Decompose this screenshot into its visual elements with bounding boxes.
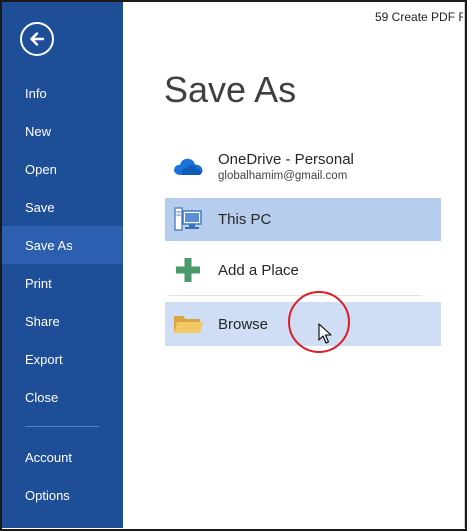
sidebar-item-print[interactable]: Print: [2, 264, 123, 302]
mouse-pointer-icon: [318, 323, 332, 350]
place-account-email: globalhamim@gmail.com: [218, 169, 348, 182]
sidebar-item-save-as[interactable]: Save As: [2, 226, 123, 264]
sidebar-item-label: Info: [25, 85, 47, 101]
backstage-sidebar: Info New Open Save Save As Print Share E…: [2, 2, 123, 528]
sidebar-item-save[interactable]: Save: [2, 188, 123, 226]
sidebar-item-label: Options: [25, 487, 70, 503]
sidebar-item-label: Print: [25, 275, 52, 291]
onedrive-cloud-icon: [172, 150, 204, 182]
back-arrow-circle-icon: [30, 32, 45, 46]
sidebar-item-info[interactable]: Info: [2, 74, 123, 112]
plus-icon: [172, 254, 204, 286]
sidebar-item-export[interactable]: Export: [2, 340, 123, 378]
sidebar-item-label: Export: [25, 351, 63, 367]
place-name: This PC: [218, 211, 272, 228]
sidebar-item-account[interactable]: Account: [2, 438, 123, 476]
window-title: 59 Create PDF Fil: [375, 10, 463, 24]
sidebar-item-label: Close: [25, 389, 59, 405]
sidebar-item-label: Save As: [25, 237, 73, 253]
page-title: Save As: [164, 69, 297, 110]
back-button[interactable]: [20, 22, 54, 56]
place-name: Add a Place: [218, 261, 299, 279]
place-add-a-place[interactable]: Add a Place: [165, 248, 441, 292]
sidebar-item-new[interactable]: New: [2, 112, 123, 150]
places-separator: [169, 295, 422, 296]
sidebar-item-label: Share: [25, 313, 60, 329]
sidebar-item-close[interactable]: Close: [2, 378, 123, 416]
sidebar-item-label: Save: [25, 199, 55, 215]
place-this-pc[interactable]: This PC: [165, 198, 441, 241]
sidebar-item-label: Open: [25, 161, 57, 177]
sidebar-item-label: New: [25, 123, 52, 139]
place-onedrive[interactable]: OneDrive - Personal globalhamim@gmail.co…: [165, 144, 441, 188]
place-name: Browse: [218, 315, 269, 333]
window-edge: [464, 2, 465, 528]
folder-icon: [172, 308, 204, 340]
place-name: OneDrive - Personal: [218, 150, 354, 168]
sidebar-item-label: Account: [25, 449, 72, 465]
sidebar-divider: [25, 426, 99, 427]
computer-icon: [172, 204, 204, 236]
sidebar-item-options[interactable]: Options: [2, 476, 123, 514]
sidebar-item-open[interactable]: Open: [2, 150, 123, 188]
sidebar-item-share[interactable]: Share: [2, 302, 123, 340]
